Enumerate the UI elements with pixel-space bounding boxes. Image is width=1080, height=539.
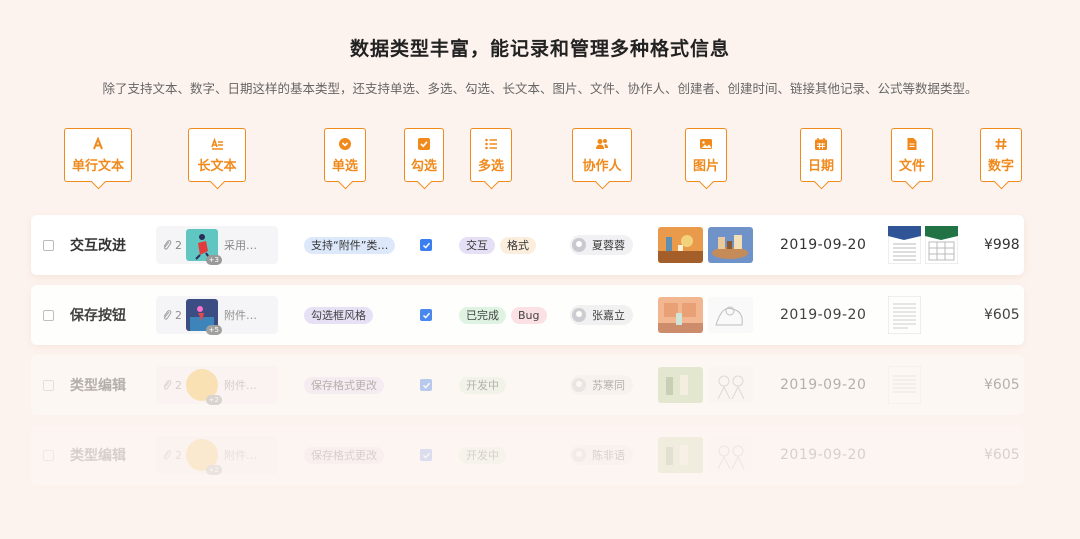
number-value[interactable]: ¥605 bbox=[984, 307, 1020, 323]
type-label-collaborator: 协作人 bbox=[572, 128, 632, 182]
avatar bbox=[572, 308, 586, 322]
single-select-icon bbox=[339, 137, 351, 150]
hash-icon bbox=[995, 137, 1007, 150]
word-file-icon[interactable] bbox=[888, 226, 921, 264]
multi-select-tag[interactable]: 开发中 bbox=[459, 446, 506, 464]
avatar bbox=[572, 448, 586, 462]
date-value[interactable]: 2019-09-20 bbox=[780, 237, 866, 253]
row-title[interactable]: 类型编辑 bbox=[70, 445, 126, 465]
type-label-image: 图片 bbox=[685, 128, 727, 182]
row-select-checkbox[interactable] bbox=[43, 379, 54, 391]
table-row[interactable]: 交互改进 2 +3 采用… 支持“附件”类… 交互 格式 夏蓉蓉 2019-09… bbox=[31, 215, 1024, 275]
paperclip-icon bbox=[163, 380, 172, 390]
attachment-thumbnail: +5 bbox=[186, 299, 222, 335]
image-thumbnail[interactable] bbox=[658, 297, 703, 333]
table-row[interactable]: 保存按钮 2 +5 附件… 勾选框风格 已完成 Bug 张嘉立 2019-09-… bbox=[31, 285, 1024, 345]
row-title[interactable]: 交互改进 bbox=[70, 235, 126, 255]
collaborator-chip[interactable]: 苏寒同 bbox=[570, 375, 633, 395]
image-thumbnail[interactable] bbox=[708, 297, 753, 333]
document-file-icon[interactable] bbox=[888, 366, 921, 404]
row-title[interactable]: 保存按钮 bbox=[70, 305, 126, 325]
image-thumbnail[interactable] bbox=[658, 437, 703, 473]
checkbox-icon bbox=[418, 137, 430, 150]
document-file-icon[interactable] bbox=[888, 296, 921, 334]
checked-checkbox[interactable] bbox=[420, 379, 432, 391]
attachment-thumbnail: +3 bbox=[186, 229, 222, 265]
page-title: 数据类型丰富，能记录和管理多种格式信息 bbox=[349, 38, 730, 60]
row-select-checkbox[interactable] bbox=[43, 239, 54, 251]
multi-select-tag[interactable]: Bug bbox=[511, 306, 547, 324]
long-text-cell[interactable]: 2 +5 附件… bbox=[156, 296, 278, 335]
single-select-tag[interactable]: 保存格式更改 bbox=[304, 446, 384, 464]
attachment-thumbnail: +2 bbox=[186, 439, 222, 475]
multi-select-tag[interactable]: 已完成 bbox=[459, 306, 506, 324]
checked-checkbox[interactable] bbox=[420, 239, 432, 251]
image-thumbnail[interactable] bbox=[708, 367, 753, 403]
date-value[interactable]: 2019-09-20 bbox=[780, 447, 866, 463]
image-thumbnail[interactable] bbox=[658, 367, 703, 403]
multi-select-tag[interactable]: 格式 bbox=[500, 236, 536, 254]
multi-select-tag[interactable]: 交互 bbox=[459, 236, 495, 254]
long-text-cell[interactable]: 2 +2 附件… bbox=[156, 436, 278, 475]
paperclip-icon bbox=[163, 310, 172, 320]
collaborator-chip[interactable]: 陈非语 bbox=[570, 445, 633, 465]
check-icon bbox=[422, 312, 430, 319]
date-value[interactable]: 2019-09-20 bbox=[780, 307, 866, 323]
checked-checkbox[interactable] bbox=[420, 309, 432, 321]
long-text-cell[interactable]: 2 +2 附件… bbox=[156, 366, 278, 405]
image-thumbnail[interactable] bbox=[708, 437, 753, 473]
calendar-icon bbox=[815, 137, 827, 150]
row-select-checkbox[interactable] bbox=[43, 449, 54, 461]
long-text-cell[interactable]: 2 +3 采用… bbox=[156, 226, 278, 265]
avatar bbox=[572, 238, 586, 252]
number-value[interactable]: ¥605 bbox=[984, 447, 1020, 463]
avatar bbox=[572, 378, 586, 392]
type-label-file: 文件 bbox=[891, 128, 933, 182]
check-icon bbox=[422, 452, 430, 459]
single-select-tag[interactable]: 保存格式更改 bbox=[304, 376, 384, 394]
collaborator-chip[interactable]: 张嘉立 bbox=[570, 305, 633, 325]
paperclip-icon bbox=[163, 240, 172, 250]
people-icon bbox=[596, 138, 608, 149]
single-select-tag[interactable]: 支持“附件”类… bbox=[304, 236, 396, 254]
collaborator-chip[interactable]: 夏蓉蓉 bbox=[570, 235, 633, 255]
type-label-single-select: 单选 bbox=[324, 128, 366, 182]
text-a-icon bbox=[93, 136, 103, 149]
multi-select-icon bbox=[485, 138, 497, 149]
image-thumbnail[interactable] bbox=[708, 227, 753, 263]
file-icon bbox=[907, 137, 917, 150]
number-value[interactable]: ¥998 bbox=[984, 237, 1020, 253]
type-label-number: 数字 bbox=[980, 128, 1022, 182]
image-icon bbox=[700, 138, 712, 149]
page-subtitle: 除了支持文本、数字、日期这样的基本类型，还支持单选、多选、勾选、长文本、图片、文… bbox=[102, 81, 978, 96]
row-title[interactable]: 类型编辑 bbox=[70, 375, 126, 395]
check-icon bbox=[422, 242, 430, 249]
single-select-tag[interactable]: 勾选框风格 bbox=[304, 306, 373, 324]
long-text-icon bbox=[211, 137, 223, 150]
type-label-single-line-text: 单行文本 bbox=[64, 128, 132, 182]
type-label-checkbox: 勾选 bbox=[404, 128, 444, 182]
number-value[interactable]: ¥605 bbox=[984, 377, 1020, 393]
image-thumbnail[interactable] bbox=[658, 227, 703, 263]
paperclip-icon bbox=[163, 450, 172, 460]
row-select-checkbox[interactable] bbox=[43, 309, 54, 321]
multi-select-tag[interactable]: 开发中 bbox=[459, 376, 506, 394]
type-label-long-text: 长文本 bbox=[188, 128, 246, 182]
table-row[interactable]: 类型编辑 2 +2 附件… 保存格式更改 开发中 苏寒同 2019-09-20 … bbox=[31, 355, 1024, 415]
attachment-thumbnail: +2 bbox=[186, 369, 222, 405]
table-row[interactable]: 类型编辑 2 +2 附件… 保存格式更改 开发中 陈非语 2019-09-20 … bbox=[31, 425, 1024, 485]
excel-file-icon[interactable] bbox=[925, 226, 958, 264]
type-label-multi-select: 多选 bbox=[470, 128, 512, 182]
type-label-date: 日期 bbox=[800, 128, 842, 182]
check-icon bbox=[422, 382, 430, 389]
checked-checkbox[interactable] bbox=[420, 449, 432, 461]
date-value[interactable]: 2019-09-20 bbox=[780, 377, 866, 393]
